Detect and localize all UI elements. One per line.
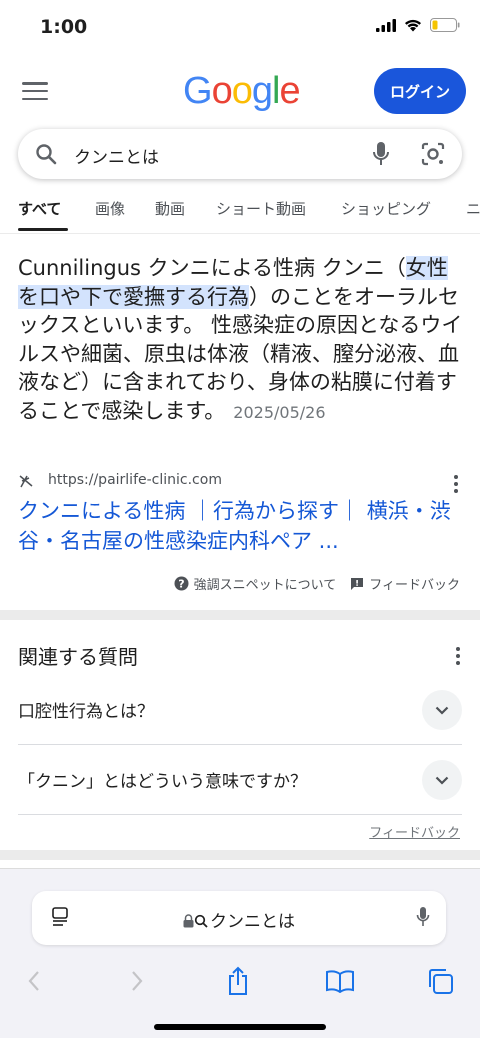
active-tab-indicator: [18, 228, 68, 231]
mic-icon[interactable]: [372, 141, 390, 167]
site-favicon-icon: [19, 475, 33, 488]
signal-icon: [376, 18, 396, 32]
home-indicator: [154, 1024, 326, 1030]
address-text[interactable]: クンニとは: [32, 907, 446, 932]
address-bar[interactable]: クンニとは: [32, 891, 446, 945]
tab-videos[interactable]: 動画: [155, 198, 185, 219]
lens-icon[interactable]: [420, 141, 446, 167]
related-question-text: 「クニン」とはどういう意味ですか？: [18, 772, 307, 792]
more-options-icon[interactable]: [454, 475, 458, 496]
tab-short-videos[interactable]: ショート動画: [216, 198, 306, 219]
address-query: クンニとは: [210, 912, 295, 932]
feedback-link[interactable]: フィードバック: [350, 574, 460, 593]
tab-shopping[interactable]: ショッピング: [341, 198, 431, 219]
search-icon: [36, 144, 57, 165]
status-icons: [376, 18, 460, 32]
tabs-icon[interactable]: [420, 961, 460, 1001]
related-more-icon[interactable]: [456, 647, 460, 668]
browser-bottom-bar: クンニとは: [0, 868, 480, 1038]
result-link[interactable]: クンニによる性病 ｜行為から探す｜ 横浜・渋谷・名古屋の性感染症内科ペア ...: [18, 496, 464, 556]
about-snippets-link[interactable]: ? 強調スニペットについて: [174, 574, 337, 593]
chevron-down-icon[interactable]: [422, 690, 462, 730]
search-box[interactable]: クンニとは: [18, 129, 462, 179]
about-snippets-label: 強調スニペットについて: [193, 578, 337, 593]
forward-icon[interactable]: [117, 961, 157, 1001]
share-icon[interactable]: [218, 961, 258, 1001]
feedback-icon: [351, 577, 364, 590]
search-input[interactable]: クンニとは: [74, 143, 159, 168]
svg-text:?: ?: [178, 577, 184, 590]
back-icon[interactable]: [14, 961, 54, 1001]
snippet-date: 2025/05/26: [233, 402, 326, 422]
related-question-text: 口腔性行為とは？: [18, 702, 154, 722]
tab-images[interactable]: 画像: [95, 198, 125, 219]
snippet-footer: ? 強調スニペットについて フィードバック: [174, 574, 460, 593]
section-divider: [0, 610, 480, 620]
search-tabs: すべて 画像 動画 ショート動画 ショッピング ニ: [0, 188, 480, 234]
help-icon: ?: [174, 576, 189, 591]
section-divider: [0, 850, 480, 860]
browser-toolbar: [0, 961, 480, 1001]
snippet-text-pre: Cunnilingus クンニによる性病 クンニ（: [18, 256, 406, 280]
login-button[interactable]: ログイン: [374, 68, 466, 114]
google-logo[interactable]: Google: [183, 70, 301, 113]
wifi-icon: [405, 19, 421, 31]
source-url[interactable]: https://pairlife-clinic.com: [48, 472, 222, 488]
status-time: 1:00: [40, 16, 88, 38]
featured-snippet: Cunnilingus クンニによる性病 クンニ（女性を口や下で愛撫する行為）の…: [18, 254, 464, 427]
tab-news[interactable]: ニ: [466, 198, 480, 219]
chevron-down-icon[interactable]: [422, 760, 462, 800]
related-feedback-link[interactable]: フィードバック: [369, 822, 460, 841]
search-small-icon: [194, 914, 208, 928]
related-question-item[interactable]: 口腔性行為とは？: [18, 675, 462, 745]
source-row[interactable]: https://pairlife-clinic.com: [18, 471, 464, 493]
bookmarks-icon[interactable]: [320, 961, 360, 1001]
related-question-item[interactable]: 「クニン」とはどういう意味ですか？: [18, 745, 462, 815]
lock-icon: [183, 914, 194, 928]
menu-icon[interactable]: [22, 80, 48, 102]
status-bar: 1:00: [0, 0, 480, 58]
tab-all[interactable]: すべて: [18, 198, 61, 219]
feedback-label: フィードバック: [369, 578, 460, 593]
related-questions-title: 関連する質問: [18, 645, 138, 669]
battery-icon: [430, 18, 460, 32]
google-header: Google ログイン: [0, 60, 480, 122]
mic-icon[interactable]: [416, 906, 430, 928]
